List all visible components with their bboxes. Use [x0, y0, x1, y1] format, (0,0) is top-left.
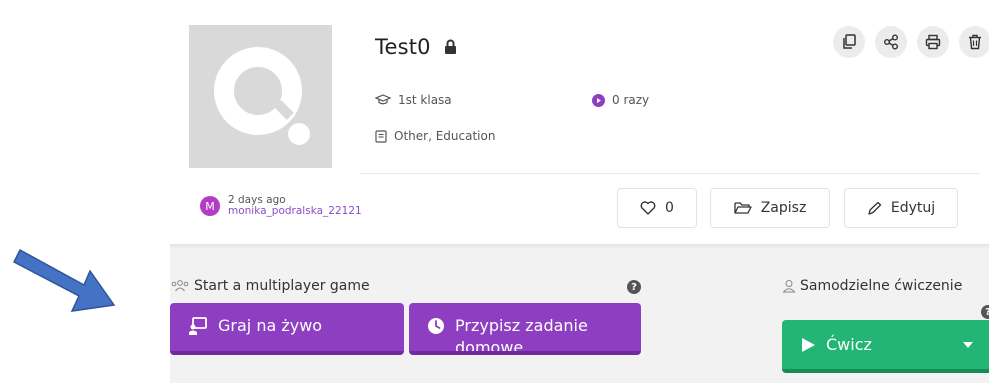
- play-icon: [592, 93, 605, 107]
- save-label: Zapisz: [760, 200, 807, 216]
- plays-meta: 0 razy: [592, 93, 649, 107]
- solo-help-icon[interactable]: ?: [981, 305, 989, 319]
- save-button[interactable]: Zapisz: [710, 188, 830, 228]
- quiz-title: Test0: [375, 35, 457, 59]
- delete-icon: [969, 34, 981, 50]
- card-divider: [360, 173, 980, 174]
- plays-label: 0 razy: [612, 93, 650, 107]
- solo-section-label: Samodzielne ćwiczenie: [782, 278, 962, 294]
- author-username[interactable]: monika_podralska_22121: [228, 206, 362, 217]
- solo-label: Samodzielne ćwiczenie: [800, 278, 963, 294]
- quiz-page: Test0 1st klasa 0 razy Other, Education: [0, 0, 989, 383]
- assign-homework-button[interactable]: Przypisz zadanie domowe: [409, 303, 641, 355]
- quiz-toolbar: [833, 26, 989, 58]
- practice-button[interactable]: Ćwicz: [782, 320, 989, 373]
- annotation-arrow: [12, 248, 116, 312]
- quizizz-logo-icon: [214, 47, 310, 145]
- edit-button[interactable]: Edytuj: [844, 188, 958, 228]
- copy-button[interactable]: [833, 26, 865, 58]
- presentation-icon: [189, 317, 207, 335]
- grade-meta: 1st klasa: [375, 93, 452, 107]
- delete-button[interactable]: [959, 26, 989, 58]
- subjects-meta: Other, Education: [375, 129, 495, 143]
- clock-icon: [428, 318, 444, 334]
- author-info[interactable]: M 2 days ago monika_podralska_22121: [200, 195, 362, 217]
- share-button[interactable]: [875, 26, 907, 58]
- users-icon: [171, 280, 189, 292]
- play-live-button[interactable]: Graj na żywo: [170, 303, 404, 355]
- multiplayer-label: Start a multiplayer game: [194, 278, 370, 294]
- subjects-label: Other, Education: [394, 129, 496, 143]
- graduation-cap-icon: [375, 94, 391, 105]
- practice-label: Ćwicz: [826, 335, 872, 354]
- play-icon: [802, 337, 815, 352]
- assign-homework-label: Przypisz zadanie domowe: [455, 316, 588, 355]
- multiplayer-section-label: Start a multiplayer game: [170, 278, 370, 294]
- play-live-label: Graj na żywo: [218, 316, 323, 335]
- print-button[interactable]: [917, 26, 949, 58]
- author-text: 2 days ago monika_podralska_22121: [228, 195, 362, 217]
- heart-icon: [640, 201, 656, 215]
- help-icon[interactable]: ?: [627, 280, 641, 294]
- copy-icon: [843, 34, 856, 49]
- user-icon: [782, 280, 796, 293]
- quiz-thumbnail: [189, 25, 332, 168]
- avatar: M: [200, 196, 220, 216]
- grade-label: 1st klasa: [398, 93, 452, 107]
- like-button[interactable]: 0: [617, 188, 697, 228]
- folder-icon: [734, 202, 752, 214]
- print-icon: [925, 34, 941, 50]
- book-icon: [375, 129, 387, 143]
- lock-icon: [444, 39, 456, 54]
- edit-label: Edytuj: [890, 200, 936, 216]
- pencil-icon: [868, 201, 882, 215]
- caret-down-icon[interactable]: [963, 342, 973, 348]
- quiz-title-text: Test0: [375, 35, 431, 59]
- share-icon: [884, 34, 898, 50]
- like-count: 0: [665, 200, 674, 216]
